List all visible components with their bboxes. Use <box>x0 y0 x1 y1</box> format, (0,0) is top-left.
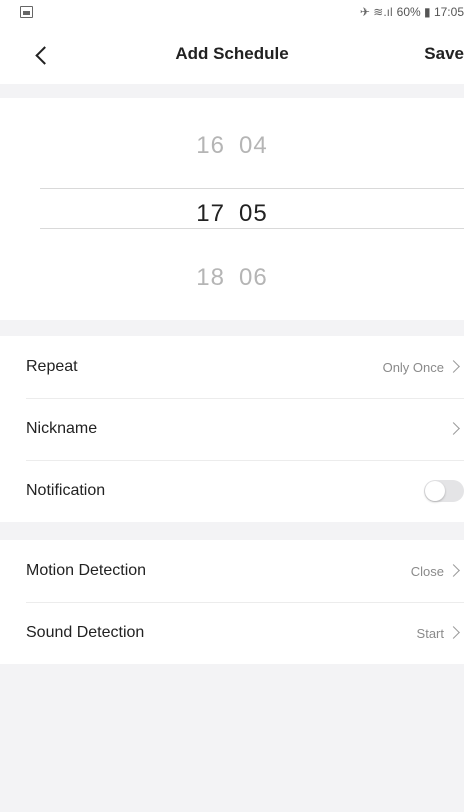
motion-detection-label: Motion Detection <box>26 562 147 579</box>
toggle-knob <box>425 481 445 501</box>
image-icon <box>20 6 33 18</box>
chevron-right-icon <box>447 360 460 373</box>
status-text: 60% ▮ 17:05 <box>396 5 464 19</box>
sound-detection-label: Sound Detection <box>26 624 145 641</box>
chevron-right-icon <box>447 626 460 639</box>
repeat-label: Repeat <box>26 358 78 375</box>
picker-divider <box>40 228 464 229</box>
page-title: Add Schedule <box>175 44 289 63</box>
repeat-value: Only Once <box>382 359 444 375</box>
picker-hour: 17 <box>196 200 225 227</box>
header: Add Schedule Save <box>0 26 464 84</box>
sound-detection-value: Start <box>416 625 444 641</box>
signal-icons: ✈ ≋.ıl <box>359 5 393 19</box>
picker-row-previous[interactable]: 16 04 <box>0 132 464 160</box>
picker-divider <box>40 188 464 189</box>
picker-row-selected[interactable]: 17 05 <box>0 200 464 228</box>
sound-detection-row[interactable]: Sound Detection Start <box>0 602 464 664</box>
nickname-row[interactable]: Nickname <box>0 398 464 460</box>
settings-group-detection: Motion Detection Close Sound Detection S… <box>0 540 464 664</box>
chevron-right-icon <box>447 564 460 577</box>
nickname-label: Nickname <box>26 420 98 437</box>
motion-detection-value: Close <box>410 563 444 579</box>
time-picker[interactable]: 16 04 17 05 18 06 <box>0 98 464 320</box>
motion-detection-row[interactable]: Motion Detection Close <box>0 540 464 602</box>
picker-row-next[interactable]: 18 06 <box>0 264 464 292</box>
picker-hour: 18 <box>196 264 225 291</box>
repeat-row[interactable]: Repeat Only Once <box>0 336 464 398</box>
picker-minute: 04 <box>239 132 268 159</box>
notification-label: Notification <box>26 482 106 499</box>
picker-minute: 05 <box>239 200 268 227</box>
notification-row: Notification <box>0 460 464 522</box>
notification-toggle[interactable] <box>424 480 464 502</box>
save-button[interactable]: Save <box>424 44 464 64</box>
picker-hour: 16 <box>196 132 225 159</box>
chevron-right-icon <box>447 422 460 435</box>
settings-group-general: Repeat Only Once Nickname Notification <box>0 336 464 522</box>
status-indicators: ✈ ≋.ıl 60% ▮ 17:05 <box>360 5 464 19</box>
status-bar: ✈ ≋.ıl 60% ▮ 17:05 <box>0 0 464 26</box>
picker-minute: 06 <box>239 264 268 291</box>
